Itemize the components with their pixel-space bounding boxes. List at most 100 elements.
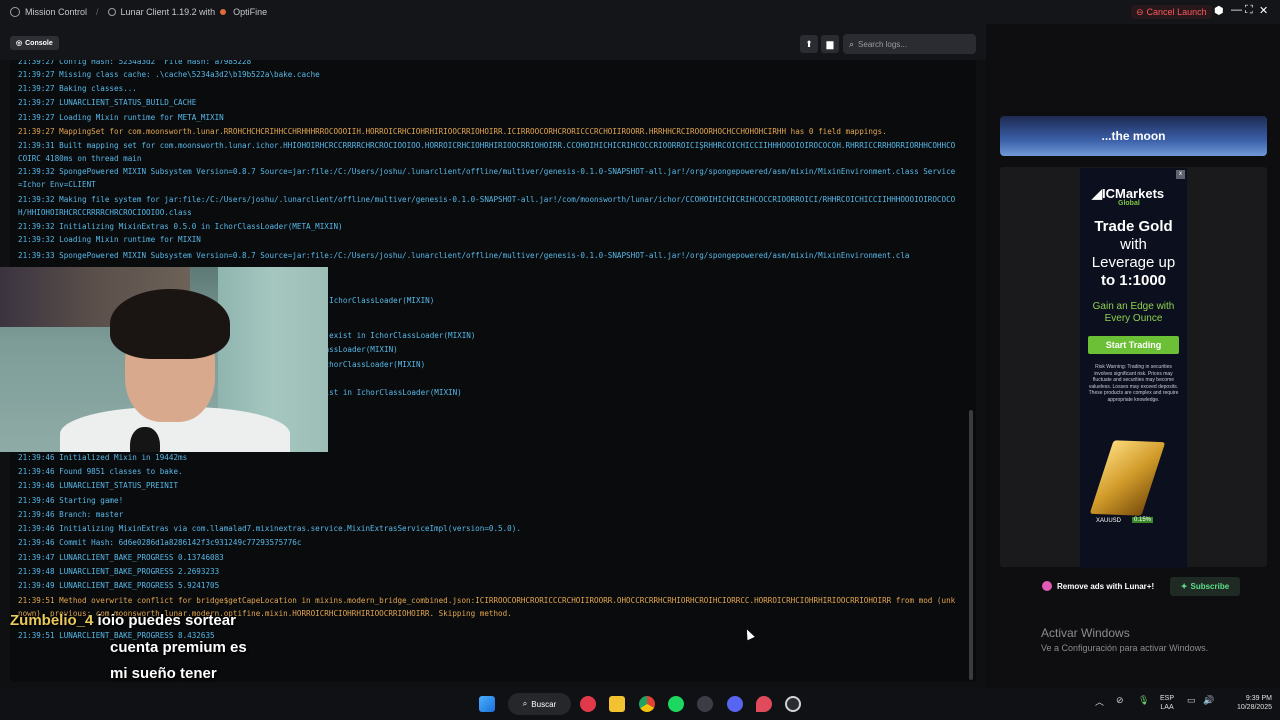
remove-ads-label: Remove ads with Lunar+! <box>1057 581 1155 591</box>
taskbar-search[interactable]: ⌕ Buscar <box>508 693 571 715</box>
tray-chevron-icon[interactable]: ︿ <box>1095 695 1104 708</box>
maximize-icon[interactable]: ⛶ <box>1245 4 1253 17</box>
ad-brand-sub: Global <box>1118 200 1140 207</box>
log-line: 21:39:46 Found 9851 classes to bake. <box>18 467 183 476</box>
folder-icon: ▆ <box>826 38 834 49</box>
file-explorer-icon[interactable] <box>609 696 625 712</box>
taskbar-search-icon: ⌕ <box>522 699 528 708</box>
log-line: 21:39:32 Making file system for jar:file… <box>18 195 956 217</box>
console-tab[interactable]: ◎ Console <box>10 36 59 50</box>
remove-ads-link[interactable]: Remove ads with Lunar+! <box>1042 581 1154 591</box>
upload-icon: ⬆ <box>805 38 813 49</box>
chrome-icon[interactable] <box>639 696 655 712</box>
log-line: 21:39:32 Initializing MixinExtras 0.5.0 … <box>18 222 343 231</box>
crumb-version: Lunar Client 1.19.2 with <box>120 7 216 17</box>
ad-headline: Trade Gold with Leverage up to 1:1000 <box>1080 218 1187 290</box>
log-line: 21:39:46 Initialized Mixin in 19442ms <box>18 453 188 462</box>
lang-code: ESP <box>1160 695 1175 702</box>
log-line: IchorClassLoader(MIXIN) <box>320 360 426 369</box>
network-icon[interactable]: ⊘ <box>1116 695 1124 706</box>
upload-logs-button[interactable]: ⬆ <box>800 35 818 53</box>
clock-date: 10/28/2025 <box>1236 704 1272 711</box>
banner-text: ...the moon <box>1101 129 1166 143</box>
optifine-dot-icon <box>220 9 227 15</box>
start-trading-button[interactable]: Start Trading <box>1088 336 1179 354</box>
lang-layout: LAA <box>1160 704 1174 711</box>
subscribe-label: Subscribe <box>1190 582 1230 591</box>
gold-bar-image <box>1089 440 1166 516</box>
cancel-icon: ⊖ <box>1136 6 1144 17</box>
ad-line-2: with <box>1120 236 1147 253</box>
chat-message-2: cuenta premium es <box>110 639 247 656</box>
crumb-optifine: OptiFine <box>233 7 268 17</box>
streamer-hair <box>110 289 230 359</box>
search-icon: ⌕ <box>849 38 855 49</box>
log-line: 21:39:46 Branch: master <box>18 510 124 519</box>
log-line: 21:39:47 LUNARCLIENT_BAKE_PROGRESS 0.137… <box>18 553 224 562</box>
log-line: n IchorClassLoader(MIXIN) <box>320 296 435 305</box>
log-search[interactable]: ⌕ <box>843 34 976 54</box>
chat-message-1: ioio puedes sortear <box>97 612 236 629</box>
ad-close-icon[interactable]: x <box>1176 170 1185 179</box>
ad-risk-warning: Risk Warning: Trading in securities invo… <box>1088 364 1179 403</box>
ad-line-4: to 1:1000 <box>1100 272 1167 289</box>
log-toolbar: ◎ Console ⬆ ▆ ⌕ <box>0 24 986 60</box>
activate-windows-title: Activar Windows <box>1041 626 1130 640</box>
crumb-mission-control[interactable]: Mission Control <box>25 7 87 17</box>
webcam-overlay <box>0 267 328 452</box>
ad-line-3: Leverage up <box>1091 254 1176 271</box>
log-line: 21:39:27 MappingSet for com.moonsworth.l… <box>18 127 887 136</box>
chat-username: Zumbelio_4 <box>10 612 94 629</box>
log-line: 21:39:27 Loading Mixin runtime for META_… <box>18 113 224 122</box>
pin-app-icon[interactable] <box>756 696 772 712</box>
log-line: 21:39:48 LUNARCLIENT_BAKE_PROGRESS 2.269… <box>18 567 220 576</box>
lunar-logo-icon <box>10 7 20 17</box>
lunar-client-icon <box>107 8 116 16</box>
title-bar: Mission Control / Lunar Client 1.19.2 wi… <box>0 0 1280 24</box>
app-icon-red[interactable] <box>580 696 596 712</box>
windows-start-icon[interactable] <box>479 696 495 712</box>
settings-icon[interactable]: ⬢ <box>1214 4 1224 17</box>
log-line: xist in IchorClassLoader(MIXIN) <box>320 388 462 397</box>
display-icon[interactable]: ▭ <box>1187 695 1196 706</box>
subscribe-button[interactable]: ✦ Subscribe <box>1170 577 1240 596</box>
lunar-client-taskbar-icon[interactable] <box>785 696 801 712</box>
log-line: 21:39:46 Commit Hash: 6d6e0286d1a8286142… <box>18 538 302 547</box>
open-folder-button[interactable]: ▆ <box>821 35 839 53</box>
ad-subtext: Gain an Edge with Every Ounce <box>1092 301 1175 324</box>
log-line: 21:39:27 Missing class cache: .\cache\52… <box>18 70 320 79</box>
log-scrollbar[interactable] <box>969 410 973 680</box>
chat-line-1: Zumbelio_4 ioio puedes sortear <box>10 612 236 629</box>
log-line: 21:39:31 Built mapping set for com.moons… <box>18 141 956 163</box>
console-label: Console <box>25 39 53 47</box>
spotify-icon[interactable] <box>668 696 684 712</box>
activate-windows-subtitle: Ve a Configuración para activar Windows. <box>1041 643 1209 653</box>
ad-brand-name: ICMarkets <box>1102 186 1165 201</box>
log-line: 21:39:27 LUNARCLIENT_STATUS_BUILD_CACHE <box>18 98 197 107</box>
log-line: 21:39:27 Baking classes... <box>18 84 137 93</box>
language-indicator[interactable]: ESP LAA <box>1160 694 1174 712</box>
microphone-icon[interactable]: 🎙 <box>1138 695 1149 706</box>
search-input[interactable] <box>858 39 969 49</box>
clock[interactable]: 9:39 PM 10/28/2025 <box>1226 694 1272 712</box>
cancel-launch-button[interactable]: ⊖ Cancel Launch <box>1131 5 1212 19</box>
log-line: N) <box>320 277 940 290</box>
log-line: t exist in IchorClassLoader(MIXIN) <box>320 331 476 340</box>
advertisement[interactable]: x ◢ICMarkets Global Trade Gold with Leve… <box>1080 168 1187 568</box>
discord-icon[interactable] <box>727 696 743 712</box>
chat-message-3: mi sueño tener <box>110 665 217 682</box>
volume-icon[interactable]: 🔊 <box>1203 695 1214 706</box>
close-icon[interactable]: ✕ <box>1259 4 1268 17</box>
minimize-icon[interactable]: — <box>1231 4 1242 16</box>
ad-ticker: XAUUSD <box>1096 518 1122 524</box>
clock-time: 9:39 PM <box>1245 695 1272 702</box>
news-banner[interactable]: ...the moon <box>1000 116 1267 156</box>
log-line: lassLoader(MIXIN) <box>320 345 398 354</box>
log-line: 21:39:49 LUNARCLIENT_BAKE_PROGRESS 5.924… <box>18 581 220 590</box>
log-line: 21:39:46 Starting game! <box>18 496 124 505</box>
log-line: 21:39:33 SpongePowered MIXIN Subsystem V… <box>18 251 910 260</box>
taskbar: ⌕ Buscar ︿ ⊘ 🎙 ESP LAA ▭ 🔊 9:39 PM 10/28… <box>0 688 1280 720</box>
log-line: 21:39:46 LUNARCLIENT_STATUS_PREINIT <box>18 481 179 490</box>
steam-icon[interactable] <box>697 696 713 712</box>
log-line: 21:39:32 SpongePowered MIXIN Subsystem V… <box>18 167 956 189</box>
